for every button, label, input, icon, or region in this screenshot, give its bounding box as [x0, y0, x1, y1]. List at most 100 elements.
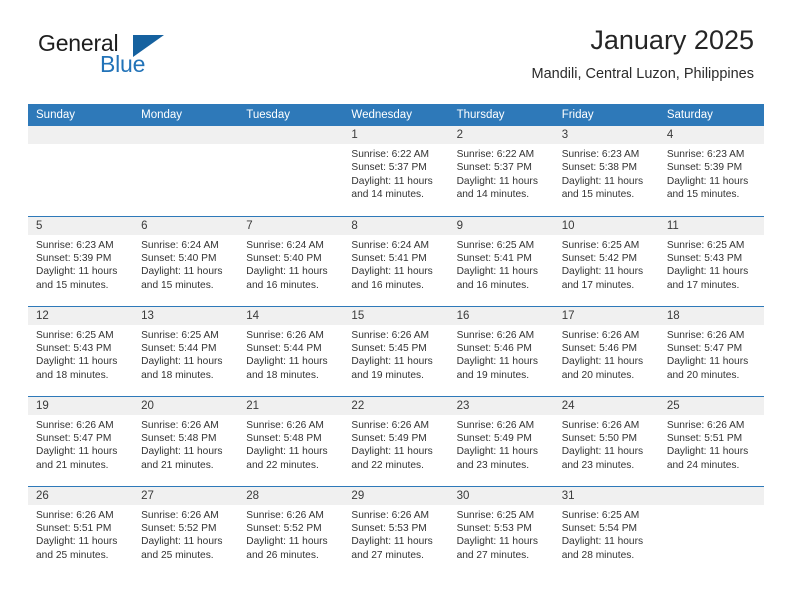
daylight-duration-line1: Daylight: 11 hours [561, 446, 644, 458]
sunset-time: Sunset: 5:42 PM [561, 252, 638, 264]
calendar-day-cell[interactable]: 10 Sunrise: 6:25 AM Sunset: 5:42 PM Dayligh… [553, 215, 659, 306]
calendar-day-cell[interactable]: 27 Sunrise: 6:26 AM Sunset: 5:52 PM Dayligh… [133, 485, 239, 576]
daylight-duration-line2: and 18 minutes. [36, 369, 109, 381]
sunset-time: Sunset: 5:52 PM [246, 522, 322, 534]
weekday-header-saturday: Saturday [658, 104, 764, 126]
day-sun-info: Sunrise: 6:26 AM Sunset: 5:47 PM Daylight:… [28, 415, 133, 473]
sunrise-time: Sunrise: 6:26 AM [246, 329, 324, 341]
sunset-time: Sunset: 5:40 PM [141, 252, 217, 264]
sunset-time: Sunset: 5:46 PM [456, 342, 532, 354]
daylight-duration-line1: Daylight: 11 hours [456, 536, 538, 548]
calendar-day-cell[interactable]: 24 Sunrise: 6:26 AM Sunset: 5:50 PM Dayligh… [553, 395, 659, 486]
sunset-time: Sunset: 5:48 PM [246, 432, 322, 444]
calendar-day-cell[interactable]: 12 Sunrise: 6:25 AM Sunset: 5:43 PM Dayligh… [28, 305, 134, 396]
daylight-duration-line2: and 22 minutes. [351, 459, 424, 471]
month-calendar-table: Sunday Monday Tuesday Wednesday Thursday… [28, 104, 764, 576]
calendar-week-row: 26 Sunrise: 6:26 AM Sunset: 5:51 PM Dayligh… [28, 485, 764, 576]
daylight-duration-line1: Daylight: 11 hours [351, 446, 433, 458]
calendar-day-cell[interactable]: 29 Sunrise: 6:26 AM Sunset: 5:53 PM Dayligh… [343, 485, 449, 576]
day-number [133, 126, 239, 144]
day-number: 13 [133, 306, 239, 325]
sunset-time: Sunset: 5:37 PM [351, 162, 427, 174]
day-sun-info: Sunrise: 6:26 AM Sunset: 5:48 PM Daylight:… [238, 415, 343, 473]
day-sun-info: Sunrise: 6:26 AM Sunset: 5:49 PM Daylight:… [343, 415, 448, 473]
sunrise-time: Sunrise: 6:26 AM [351, 329, 430, 341]
calendar-day-cell[interactable]: 9 Sunrise: 6:25 AM Sunset: 5:41 PM Daylight… [448, 215, 554, 306]
sunrise-time: Sunrise: 6:24 AM [246, 239, 324, 251]
sunset-time: Sunset: 5:40 PM [246, 252, 322, 264]
calendar-week-row: 12 Sunrise: 6:25 AM Sunset: 5:43 PM Dayligh… [28, 305, 764, 396]
daylight-duration-line1: Daylight: 11 hours [141, 356, 223, 368]
calendar-day-cell[interactable]: 31 Sunrise: 6:25 AM Sunset: 5:54 PM Dayligh… [553, 485, 659, 576]
daylight-duration-line1: Daylight: 11 hours [246, 356, 328, 368]
calendar-day-cell[interactable]: 5 Sunrise: 6:23 AM Sunset: 5:39 PM Daylight… [28, 215, 134, 306]
day-sun-info: Sunrise: 6:26 AM Sunset: 5:51 PM Daylight:… [28, 505, 133, 563]
daylight-duration-line1: Daylight: 11 hours [666, 266, 749, 278]
sunset-time: Sunset: 5:46 PM [561, 342, 638, 354]
daylight-duration-line1: Daylight: 11 hours [666, 446, 749, 458]
calendar-day-cell[interactable]: 16 Sunrise: 6:26 AM Sunset: 5:46 PM Dayligh… [448, 305, 554, 396]
daylight-duration-line2: and 23 minutes. [561, 459, 635, 471]
calendar-day-cell[interactable]: 1 Sunrise: 6:22 AM Sunset: 5:37 PM Daylight… [343, 126, 449, 216]
weekday-header-tuesday: Tuesday [238, 104, 344, 126]
daylight-duration-line2: and 19 minutes. [456, 369, 530, 381]
calendar-day-cell[interactable]: 25 Sunrise: 6:26 AM Sunset: 5:51 PM Dayligh… [658, 395, 764, 486]
calendar-day-cell[interactable]: 20 Sunrise: 6:26 AM Sunset: 5:48 PM Dayligh… [133, 395, 239, 486]
day-number: 28 [238, 486, 344, 505]
day-number: 25 [658, 396, 764, 415]
calendar-day-cell[interactable]: 22 Sunrise: 6:26 AM Sunset: 5:49 PM Dayligh… [343, 395, 449, 486]
day-sun-info: Sunrise: 6:25 AM Sunset: 5:54 PM Daylight:… [554, 505, 659, 563]
calendar-day-cell[interactable]: 30 Sunrise: 6:25 AM Sunset: 5:53 PM Dayligh… [448, 485, 554, 576]
day-number: 10 [553, 216, 659, 235]
day-sun-info: Sunrise: 6:25 AM Sunset: 5:41 PM Daylight:… [449, 235, 554, 293]
calendar-day-cell[interactable]: 3 Sunrise: 6:23 AM Sunset: 5:38 PM Daylight… [553, 126, 659, 216]
daylight-duration-line1: Daylight: 11 hours [561, 266, 644, 278]
calendar-day-cell[interactable]: 6 Sunrise: 6:24 AM Sunset: 5:40 PM Daylight… [133, 215, 239, 306]
sunset-time: Sunset: 5:41 PM [456, 252, 532, 264]
day-number: 30 [448, 486, 554, 505]
day-number [658, 486, 764, 505]
day-number: 20 [133, 396, 239, 415]
sunrise-time: Sunrise: 6:26 AM [666, 419, 745, 431]
daylight-duration-line2: and 25 minutes. [36, 549, 109, 561]
sunset-time: Sunset: 5:51 PM [36, 522, 112, 534]
day-sun-info: Sunrise: 6:24 AM Sunset: 5:41 PM Daylight:… [343, 235, 448, 293]
day-number [28, 126, 134, 144]
day-sun-info: Sunrise: 6:23 AM Sunset: 5:39 PM Daylight:… [659, 144, 764, 202]
sunset-time: Sunset: 5:45 PM [351, 342, 427, 354]
calendar-day-cell[interactable]: 8 Sunrise: 6:24 AM Sunset: 5:41 PM Daylight… [343, 215, 449, 306]
calendar-day-cell[interactable]: 11 Sunrise: 6:25 AM Sunset: 5:43 PM Dayligh… [658, 215, 764, 306]
calendar-day-cell[interactable]: 14 Sunrise: 6:26 AM Sunset: 5:44 PM Dayligh… [238, 305, 344, 396]
calendar-day-cell[interactable]: 23 Sunrise: 6:26 AM Sunset: 5:49 PM Dayligh… [448, 395, 554, 486]
calendar-day-cell[interactable]: 26 Sunrise: 6:26 AM Sunset: 5:51 PM Dayligh… [28, 485, 134, 576]
calendar-day-cell[interactable]: 19 Sunrise: 6:26 AM Sunset: 5:47 PM Dayligh… [28, 395, 134, 486]
day-number: 9 [448, 216, 554, 235]
sunrise-time: Sunrise: 6:26 AM [351, 509, 430, 521]
day-sun-info: Sunrise: 6:26 AM Sunset: 5:50 PM Daylight:… [554, 415, 659, 473]
calendar-day-cell[interactable]: 17 Sunrise: 6:26 AM Sunset: 5:46 PM Dayligh… [553, 305, 659, 396]
day-sun-info: Sunrise: 6:26 AM Sunset: 5:49 PM Daylight:… [449, 415, 554, 473]
day-sun-info: Sunrise: 6:26 AM Sunset: 5:44 PM Daylight:… [238, 325, 343, 383]
sunrise-time: Sunrise: 6:26 AM [246, 419, 324, 431]
calendar-day-cell[interactable]: 21 Sunrise: 6:26 AM Sunset: 5:48 PM Dayligh… [238, 395, 344, 486]
general-blue-logo[interactable]: General Blue [38, 30, 208, 85]
day-sun-info: Sunrise: 6:26 AM Sunset: 5:46 PM Daylight:… [449, 325, 554, 383]
daylight-duration-line2: and 27 minutes. [351, 549, 424, 561]
calendar-day-cell[interactable]: 2 Sunrise: 6:22 AM Sunset: 5:37 PM Daylight… [448, 126, 554, 216]
daylight-duration-line2: and 21 minutes. [141, 459, 214, 471]
daylight-duration-line1: Daylight: 11 hours [666, 175, 749, 187]
daylight-duration-line1: Daylight: 11 hours [246, 266, 328, 278]
calendar-day-cell[interactable]: 4 Sunrise: 6:23 AM Sunset: 5:39 PM Daylight… [658, 126, 764, 216]
daylight-duration-line2: and 28 minutes. [561, 549, 635, 561]
calendar-day-cell[interactable]: 15 Sunrise: 6:26 AM Sunset: 5:45 PM Dayligh… [343, 305, 449, 396]
day-number: 18 [658, 306, 764, 325]
calendar-day-cell[interactable]: 28 Sunrise: 6:26 AM Sunset: 5:52 PM Dayligh… [238, 485, 344, 576]
daylight-duration-line2: and 24 minutes. [666, 459, 740, 471]
calendar-day-cell[interactable]: 13 Sunrise: 6:25 AM Sunset: 5:44 PM Dayligh… [133, 305, 239, 396]
daylight-duration-line2: and 16 minutes. [351, 279, 424, 291]
calendar-day-cell[interactable]: 7 Sunrise: 6:24 AM Sunset: 5:40 PM Daylight… [238, 215, 344, 306]
daylight-duration-line2: and 25 minutes. [141, 549, 214, 561]
sunset-time: Sunset: 5:47 PM [36, 432, 112, 444]
calendar-page: General Blue January 2025 Mandili, Centr… [0, 0, 792, 612]
calendar-day-cell[interactable]: 18 Sunrise: 6:26 AM Sunset: 5:47 PM Dayligh… [658, 305, 764, 396]
